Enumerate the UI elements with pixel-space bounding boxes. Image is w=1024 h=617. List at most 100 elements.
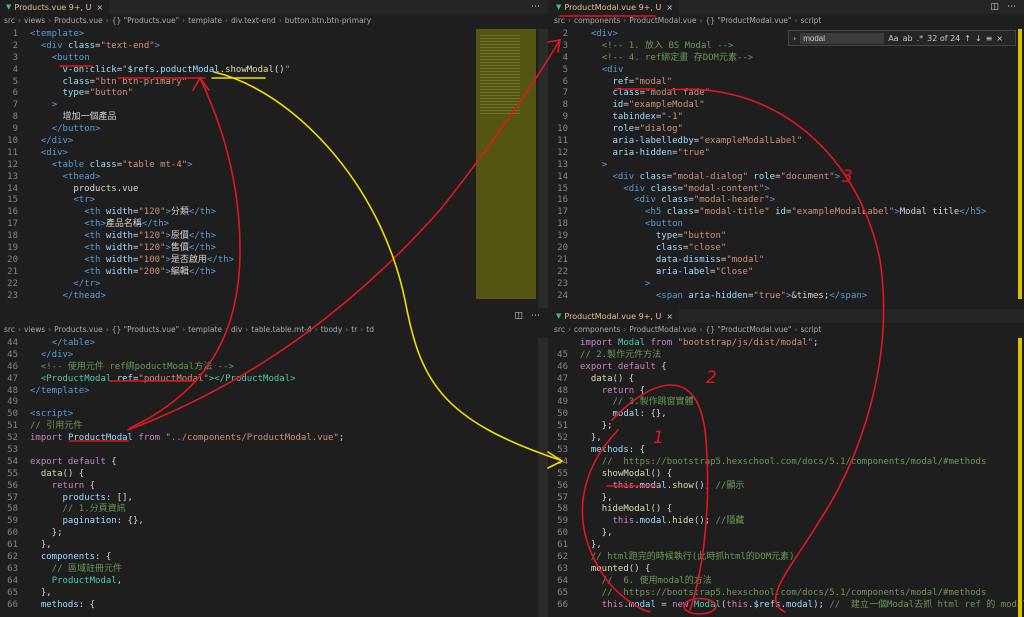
code-line[interactable]: 5 class="btn btn-primary" bbox=[0, 77, 502, 89]
code-line[interactable]: 2 <div class="text-end"> bbox=[0, 41, 502, 53]
code-line[interactable]: 22 </tr> bbox=[0, 279, 502, 291]
code-line[interactable]: 23 </thead> bbox=[0, 291, 502, 303]
more-actions-icon[interactable]: ⋯ bbox=[531, 311, 540, 321]
code-line[interactable]: 45 // 2.製作元件方法 bbox=[550, 350, 1014, 362]
close-icon[interactable]: × bbox=[996, 34, 1003, 43]
breadcrumb-item[interactable]: td bbox=[366, 325, 374, 334]
breadcrumb-item[interactable]: div.text-end bbox=[231, 16, 276, 25]
code-line[interactable]: 20 class="close" bbox=[550, 243, 1004, 255]
code-line[interactable]: 56 this.modal.show(); //顯示 bbox=[550, 481, 1014, 493]
code-line[interactable]: 44 </table> bbox=[0, 338, 502, 350]
arrow-down-icon[interactable]: ↓ bbox=[975, 34, 982, 43]
code-line[interactable]: 62 components: { bbox=[0, 552, 502, 564]
code-line[interactable]: 23 > bbox=[550, 279, 1004, 291]
code-line[interactable]: 8 增加一個產品 bbox=[0, 112, 502, 124]
scrollbar[interactable] bbox=[538, 338, 548, 617]
code-line[interactable]: 60 }; bbox=[0, 528, 502, 540]
code-line[interactable]: 48 </template> bbox=[0, 386, 502, 398]
scrollbar[interactable] bbox=[1018, 29, 1022, 299]
code-line[interactable]: 50 modal: {}, bbox=[550, 409, 1014, 421]
code-line[interactable]: 52 }, bbox=[550, 433, 1014, 445]
code-line[interactable]: 10 </div> bbox=[0, 136, 502, 148]
code-line[interactable]: 12 aria-hidden="true" bbox=[550, 148, 1004, 160]
tab-productmodal-vue[interactable]: ▼ ProductModal.vue 9+, U × bbox=[550, 0, 680, 14]
close-icon[interactable]: × bbox=[666, 3, 673, 12]
code-line[interactable]: 21 data-dismiss="modal" bbox=[550, 255, 1004, 267]
code-line[interactable]: 7 > bbox=[0, 100, 502, 112]
split-editor-icon[interactable]: ◫ bbox=[990, 2, 999, 12]
code-line[interactable]: 16 <div class="modal-header"> bbox=[550, 195, 1004, 207]
code-line[interactable]: 15 <div class="modal-content"> bbox=[550, 184, 1004, 196]
code-line[interactable]: 55 data() { bbox=[0, 469, 502, 481]
breadcrumb-item[interactable]: tbody bbox=[321, 325, 343, 334]
tab-productmodal-vue[interactable]: ▼ ProductModal.vue 9+, U × bbox=[550, 309, 680, 323]
hamburger-icon[interactable]: ≡ bbox=[986, 34, 993, 43]
code-line[interactable]: 11 aria-labelledby="exampleModalLabel" bbox=[550, 136, 1004, 148]
code-line[interactable]: 57 products: [], bbox=[0, 493, 502, 505]
arrow-up-icon[interactable]: ↑ bbox=[964, 34, 971, 43]
breadcrumb-item[interactable]: {} "Products.vue" bbox=[112, 16, 179, 25]
code-line[interactable]: 22 aria-label="Close" bbox=[550, 267, 1004, 279]
code-line[interactable]: 19 type="button" bbox=[550, 231, 1004, 243]
code-line[interactable]: 8 id="exampleModal" bbox=[550, 100, 1004, 112]
breadcrumb-item[interactable]: template bbox=[188, 16, 222, 25]
code-line[interactable]: 58 // 1.分頁資訊 bbox=[0, 504, 502, 516]
code-line[interactable]: 59 pagination: {}, bbox=[0, 516, 502, 528]
code-line[interactable]: 61 }, bbox=[0, 540, 502, 552]
code-line[interactable]: 10 role="dialog" bbox=[550, 124, 1004, 136]
code-line[interactable]: 63 // 區域註冊元件 bbox=[0, 564, 502, 576]
code-line[interactable]: 20 <th width="100">是否啟用</th> bbox=[0, 255, 502, 267]
breadcrumb-item[interactable]: components bbox=[574, 16, 620, 25]
code-line[interactable]: 66 methods: { bbox=[0, 600, 502, 612]
code-line[interactable]: 24 <span aria-hidden="true">&times;</spa… bbox=[550, 291, 1004, 303]
find-input[interactable] bbox=[800, 32, 885, 44]
match-case-icon[interactable]: Aa bbox=[888, 34, 898, 43]
breadcrumb-item[interactable]: views bbox=[24, 16, 45, 25]
code-line[interactable]: 65 }, bbox=[0, 588, 502, 600]
code-line[interactable]: 52 import ProductModal from "../component… bbox=[0, 433, 502, 445]
match-word-icon[interactable]: ab bbox=[903, 34, 913, 43]
code-area[interactable]: 2 <div> 3 <!-- 1. 放入 BS Modal --> 4 <!-- 4… bbox=[550, 29, 1004, 308]
code-line[interactable]: 45 </div> bbox=[0, 350, 502, 362]
code-line[interactable]: 14 products.vue bbox=[0, 184, 502, 196]
breadcrumb-item[interactable]: {} "Products.vue" bbox=[112, 325, 179, 334]
code-line[interactable]: 17 <h5 class="modal-title" id="exampleMo… bbox=[550, 207, 1004, 219]
code-area[interactable]: import Modal from "bootstrap/js/dist/mod… bbox=[550, 338, 1024, 617]
code-line[interactable]: 66 this.modal = new Modal(this.$refs.mod… bbox=[550, 600, 1024, 612]
code-line[interactable]: 54 // https://bootstrap5.hexschool.com/d… bbox=[550, 457, 1014, 469]
code-line[interactable]: 17 <th>產品名稱</th> bbox=[0, 219, 502, 231]
code-line[interactable]: 19 <th width="120">售價</th> bbox=[0, 243, 502, 255]
breadcrumb-item[interactable]: src bbox=[4, 16, 15, 25]
code-line[interactable]: import Modal from "bootstrap/js/dist/mod… bbox=[550, 338, 1014, 350]
code-area[interactable]: 1 <template> 2 <div class="text-end"> 3 <bu… bbox=[0, 29, 502, 308]
breadcrumb-item[interactable]: table.table.mt-4 bbox=[251, 325, 311, 334]
code-line[interactable]: 56 return { bbox=[0, 481, 502, 493]
code-line[interactable]: 5 <div bbox=[550, 65, 1004, 77]
breadcrumb-item[interactable]: Products.vue bbox=[54, 16, 103, 25]
tab-products-vue[interactable]: ▼ Products.vue 9+, U × bbox=[0, 0, 110, 14]
close-icon[interactable]: × bbox=[96, 3, 103, 12]
code-line[interactable]: 7 class="modal fade" bbox=[550, 88, 1004, 100]
scrollbar[interactable] bbox=[1018, 338, 1022, 617]
code-line[interactable]: 63 mounted() { bbox=[550, 564, 1014, 576]
breadcrumb-item[interactable]: ProductModal.vue bbox=[629, 16, 696, 25]
breadcrumb-item[interactable]: components bbox=[574, 325, 620, 334]
breadcrumb-item[interactable]: button.btn.btn-primary bbox=[285, 16, 371, 25]
breadcrumb-item[interactable]: views bbox=[24, 325, 45, 334]
code-line[interactable]: 18 <th width="120">原價</th> bbox=[0, 231, 502, 243]
code-line[interactable]: 54 export default { bbox=[0, 457, 502, 469]
code-line[interactable]: 55 showModal() { bbox=[550, 469, 1014, 481]
code-line[interactable]: 59 this.modal.hide(); //隱藏 bbox=[550, 516, 1014, 528]
code-line[interactable]: 13 <thead> bbox=[0, 172, 502, 184]
code-line[interactable]: 58 hideModal() { bbox=[550, 504, 1014, 516]
code-line[interactable]: 62 // html跑完的時候執行(此時抓html的DOM元素) bbox=[550, 552, 1014, 564]
code-line[interactable]: 57 }, bbox=[550, 493, 1014, 505]
breadcrumb-item[interactable]: div bbox=[231, 325, 242, 334]
breadcrumb-item[interactable]: src bbox=[554, 325, 565, 334]
breadcrumb-item[interactable]: template bbox=[188, 325, 222, 334]
minimap[interactable] bbox=[476, 29, 536, 299]
code-line[interactable]: 4 <!-- 4. ref綁定畫 存DOM元素--> bbox=[550, 53, 1004, 65]
code-line[interactable]: 12 <table class="table mt-4"> bbox=[0, 160, 502, 172]
close-icon[interactable]: × bbox=[666, 312, 673, 321]
code-line[interactable]: 11 <div> bbox=[0, 148, 502, 160]
